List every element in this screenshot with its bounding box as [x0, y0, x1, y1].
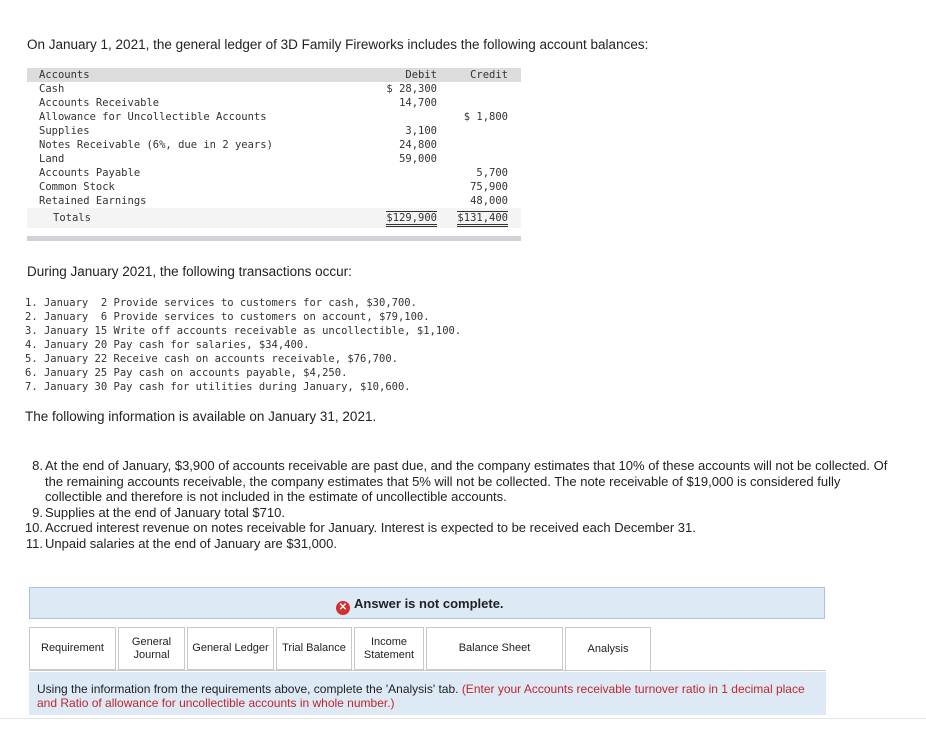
account-name: Accounts Payable [39, 167, 141, 179]
transaction-item: 5. January 22 Receive cash on accounts r… [25, 353, 398, 365]
info-item-text: At the end of January, $3,900 of account… [45, 458, 888, 504]
instructions-panel: Using the information from the requireme… [29, 672, 826, 715]
credit-value: 48,000 [470, 195, 508, 209]
transaction-item: 3. January 15 Write off accounts receiva… [25, 325, 462, 337]
account-name: Common Stock [39, 181, 115, 193]
debit-value: 14,700 [399, 97, 437, 109]
tab-requirement[interactable]: Requirement [29, 627, 116, 670]
ledger-row: Notes Receivable (6%, due in 2 years) 24,… [27, 138, 521, 152]
ledger-row: Retained Earnings 48,000 [27, 194, 521, 209]
total-debit: $129,900 [386, 211, 437, 227]
info-item-number: 9. [32, 504, 43, 520]
transaction-item: 7. January 30 Pay cash for utilities dur… [25, 381, 411, 393]
ledger-row: Accounts Receivable 14,700 [27, 96, 521, 110]
account-name: Land [39, 153, 65, 165]
info-item-number: 8. [32, 458, 43, 473]
totals-label: Totals [53, 212, 91, 224]
transaction-item: 4. January 20 Pay cash for salaries, $34… [25, 339, 310, 351]
account-name: Retained Earnings [39, 195, 147, 207]
following-info-text: The following information is available o… [25, 409, 377, 424]
ledger-table: Accounts Debit Credit Cash $ 28,300 Accoun… [27, 68, 521, 228]
info-list: 8. At the end of January, $3,900 of accou… [25, 458, 900, 552]
total-credit: $131,400 [457, 211, 508, 227]
tab-analysis[interactable]: Analysis [565, 627, 651, 672]
ledger-row: Accounts Payable 5,700 [27, 166, 521, 180]
ledger-row: Cash $ 28,300 [27, 82, 521, 96]
ledger-header-row: Accounts Debit Credit [27, 68, 521, 82]
tab-general-ledger[interactable]: General Ledger [187, 627, 274, 670]
credit-value: $ 1,800 [463, 111, 508, 123]
info-item-text: Unpaid salaries at the end of January ar… [45, 535, 337, 551]
transactions-intro: During January 2021, the following trans… [27, 264, 352, 279]
ledger-row: Land 59,000 [27, 152, 521, 166]
ledger-row: Common Stock 75,900 [27, 180, 521, 194]
debit-value: $ 28,300 [386, 83, 437, 95]
transactions-list: 1. January 2 Provide services to custome… [25, 296, 461, 394]
info-item: 10. Accrued interest revenue on notes rec… [25, 520, 900, 536]
tab-general-journal[interactable]: General Journal [118, 627, 185, 670]
accounts-header: Accounts [39, 69, 90, 81]
debit-value: 59,000 [399, 153, 437, 165]
credit-value: 5,700 [476, 167, 508, 179]
info-item-text: Accrued interest revenue on notes receiv… [45, 520, 696, 535]
account-name: Cash [39, 83, 65, 95]
ledger-row: Allowance for Uncollectible Accounts $ 1,… [27, 110, 521, 124]
info-item: 11. Unpaid salaries at the end of January… [26, 535, 900, 552]
transaction-item: 6. January 25 Pay cash on accounts payab… [25, 367, 348, 379]
tab-divider [29, 670, 826, 671]
ledger-row: Supplies 3,100 [27, 124, 521, 138]
info-item-text: Supplies at the end of January total $71… [45, 504, 285, 520]
info-item: 8. At the end of January, $3,900 of accou… [30, 458, 900, 505]
account-name: Notes Receivable (6%, due in 2 years) [39, 139, 273, 151]
info-item-number: 10. [24, 520, 43, 535]
account-name: Allowance for Uncollectible Accounts [39, 111, 267, 123]
answer-status-text: Answer is not complete. [354, 596, 504, 611]
debit-value: 3,100 [405, 125, 437, 137]
answer-status-bar: ✕ Answer is not complete. [29, 587, 825, 619]
credit-header: Credit [470, 69, 508, 81]
page-divider [0, 718, 926, 719]
account-name: Supplies [39, 125, 90, 137]
credit-value: 75,900 [470, 181, 508, 193]
tab-trial-balance[interactable]: Trial Balance [276, 627, 352, 670]
instructions-text: Using the information from the requireme… [37, 682, 459, 696]
tab-balance-sheet[interactable]: Balance Sheet [426, 627, 563, 670]
ledger-bottom-bar [27, 236, 521, 241]
tab-income-statement[interactable]: Income Statement [354, 627, 424, 670]
transaction-item: 2. January 6 Provide services to custome… [25, 311, 430, 323]
error-x-icon: ✕ [336, 601, 350, 615]
transaction-item: 1. January 2 Provide services to custome… [25, 297, 417, 309]
debit-value: 24,800 [399, 139, 437, 151]
intro-text: On January 1, 2021, the general ledger o… [27, 37, 649, 52]
debit-header: Debit [405, 69, 437, 81]
ledger-totals-row: Totals $129,900 $131,400 [27, 208, 521, 228]
info-item: 9. Supplies at the end of January total $… [30, 505, 900, 521]
info-item-number: 11. [25, 535, 43, 551]
account-name: Accounts Receivable [39, 97, 160, 109]
